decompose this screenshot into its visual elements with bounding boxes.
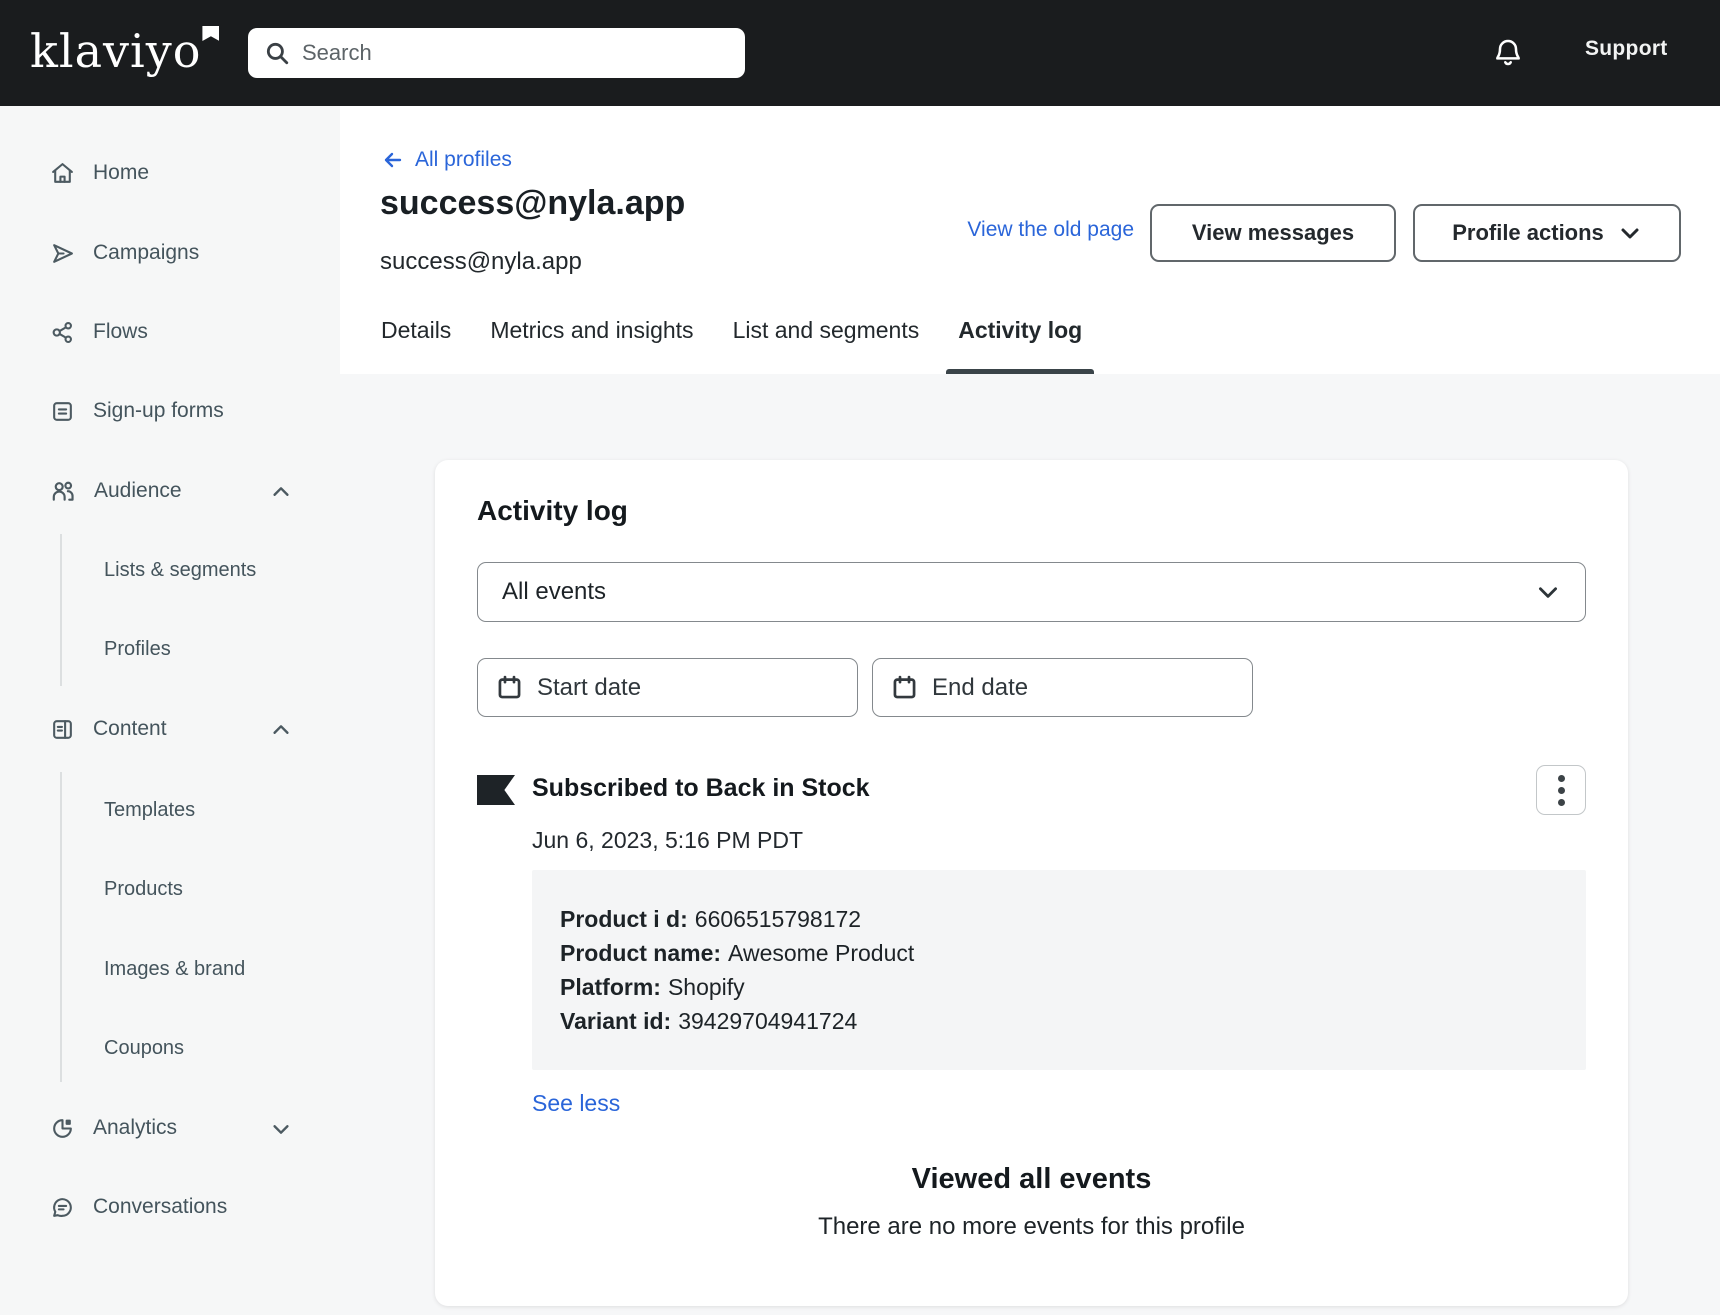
sidebar-item-products[interactable]: Products xyxy=(104,869,183,909)
sidebar-item-audience[interactable]: Audience xyxy=(0,471,340,511)
chevron-up-icon xyxy=(273,487,289,496)
search-input[interactable] xyxy=(302,40,729,66)
sidebar-item-label: Content xyxy=(93,717,167,740)
end-of-events-title: Viewed all events xyxy=(911,1163,1152,1195)
klaviyo-logo[interactable]: klaviyo xyxy=(30,24,220,78)
sidebar-item-images-brand[interactable]: Images & brand xyxy=(104,949,245,989)
sidebar-item-coupons[interactable]: Coupons xyxy=(104,1028,184,1068)
activity-log-card: Activity log All events Start date End d… xyxy=(435,460,1628,1306)
event-flag-icon xyxy=(477,775,515,805)
sidebar-item-label: Audience xyxy=(94,479,182,502)
profile-tabs: Details Metrics and insights List and se… xyxy=(381,317,1095,374)
calendar-icon xyxy=(893,675,916,699)
profile-actions-button[interactable]: Profile actions xyxy=(1413,204,1681,262)
event-details-box: Product i d: 6606515798172 Product name: A… xyxy=(532,870,1586,1070)
event-detail-row: Product i d: 6606515798172 xyxy=(560,906,862,932)
flows-icon xyxy=(52,321,72,343)
search-icon xyxy=(266,42,289,65)
start-date-field[interactable]: Start date xyxy=(477,658,858,717)
sidebar-item-conversations[interactable]: Conversations xyxy=(0,1187,340,1227)
notifications-bell-icon[interactable] xyxy=(1492,36,1524,70)
event-filter-select[interactable]: All events xyxy=(477,562,1586,622)
sidebar-subitem-label: Products xyxy=(104,877,183,900)
brand-wordmark: klaviyo xyxy=(30,24,202,78)
tab-list-segments[interactable]: List and segments xyxy=(733,317,920,374)
chevron-up-icon xyxy=(273,725,289,734)
kebab-dot xyxy=(1557,798,1565,806)
sidebar-item-home[interactable]: Home xyxy=(0,153,340,193)
content-icon xyxy=(53,719,72,739)
conversations-icon xyxy=(53,1197,72,1217)
analytics-icon xyxy=(53,1118,72,1138)
back-arrow-icon xyxy=(384,152,402,168)
event-filter-value: All events xyxy=(502,578,607,605)
sidebar-subitem-label: Coupons xyxy=(104,1036,185,1059)
search-box[interactable] xyxy=(248,28,745,78)
end-date-placeholder: End date xyxy=(932,673,1029,701)
sidebar-item-label: Flows xyxy=(93,320,148,343)
send-icon xyxy=(53,243,73,263)
sidebar-subitem-label: Lists & segments xyxy=(104,558,257,581)
sidebar-item-label: Sign-up forms xyxy=(93,399,224,422)
page-title: success@nyla.app xyxy=(380,184,686,222)
main-content: Activity log All events Start date End d… xyxy=(340,374,1720,1315)
sidebar-subitem-label: Templates xyxy=(104,798,196,821)
sidebar-item-profiles[interactable]: Profiles xyxy=(104,629,171,669)
event-detail-row: Product name: Awesome Product xyxy=(560,940,915,966)
tab-metrics-insights[interactable]: Metrics and insights xyxy=(490,317,693,374)
profile-email: success@nyla.app xyxy=(380,248,582,275)
back-to-all-profiles-link[interactable]: All profiles xyxy=(381,148,512,172)
sidebar-item-content[interactable]: Content xyxy=(0,709,340,749)
sidebar-item-label: Analytics xyxy=(93,1116,178,1139)
sidebar-item-lists-segments[interactable]: Lists & segments xyxy=(104,550,256,590)
sidebar-subitem-label: Images & brand xyxy=(104,957,246,980)
tab-activity-log[interactable]: Activity log xyxy=(946,317,1095,374)
home-icon xyxy=(52,162,73,183)
support-link[interactable]: Support xyxy=(1585,37,1668,61)
sidebar-subgroup-rule xyxy=(60,772,62,1082)
profile-header: All profiles success@nyla.app success@ny… xyxy=(340,106,1720,374)
sidebar-nav: Home Campaigns Flows Sign-up forms Audie… xyxy=(0,106,340,1315)
kebab-dot xyxy=(1557,786,1565,794)
sidebar-subitem-label: Profiles xyxy=(104,637,171,660)
sidebar-item-signup-forms[interactable]: Sign-up forms xyxy=(0,391,340,431)
kebab-dot xyxy=(1557,774,1565,782)
sidebar-item-templates[interactable]: Templates xyxy=(104,790,195,830)
end-of-events-message: There are no more events for this profil… xyxy=(818,1213,1245,1240)
view-old-page-link[interactable]: View the old page xyxy=(967,218,1134,242)
event-detail-row: Platform: Shopify xyxy=(560,974,745,1000)
tab-details[interactable]: Details xyxy=(381,317,451,374)
end-of-events-section: Viewed all events There are no more even… xyxy=(477,1163,1586,1241)
chevron-down-icon xyxy=(1621,228,1639,239)
activity-log-heading: Activity log xyxy=(477,495,628,526)
start-date-placeholder: Start date xyxy=(537,673,642,701)
see-less-link[interactable]: See less xyxy=(532,1090,620,1117)
logo-flag-icon xyxy=(202,26,220,41)
sidebar-item-label: Home xyxy=(93,161,150,184)
sidebar-item-label: Conversations xyxy=(93,1195,228,1218)
event-timestamp: Jun 6, 2023, 5:16 PM PDT xyxy=(532,827,804,853)
chevron-down-icon xyxy=(273,1125,289,1134)
event-options-button[interactable] xyxy=(1536,765,1586,815)
calendar-icon xyxy=(498,675,521,699)
top-nav-bar: klaviyo Support xyxy=(0,0,1720,106)
sidebar-item-flows[interactable]: Flows xyxy=(0,312,340,352)
sidebar-item-label: Campaigns xyxy=(93,241,200,264)
sidebar-subgroup-rule xyxy=(60,534,62,686)
event-row: Subscribed to Back in Stock xyxy=(477,765,1586,815)
audience-icon xyxy=(52,481,74,501)
date-filter-row: Start date End date xyxy=(477,658,1586,717)
end-date-field[interactable]: End date xyxy=(872,658,1253,717)
view-messages-button[interactable]: View messages xyxy=(1150,204,1396,262)
event-title: Subscribed to Back in Stock xyxy=(532,774,870,802)
sidebar-item-campaigns[interactable]: Campaigns xyxy=(0,233,340,273)
chevron-down-icon xyxy=(1539,587,1557,598)
event-detail-row: Variant id: 39429704941724 xyxy=(560,1008,858,1034)
form-icon xyxy=(53,401,72,421)
sidebar-item-analytics[interactable]: Analytics xyxy=(0,1108,340,1148)
